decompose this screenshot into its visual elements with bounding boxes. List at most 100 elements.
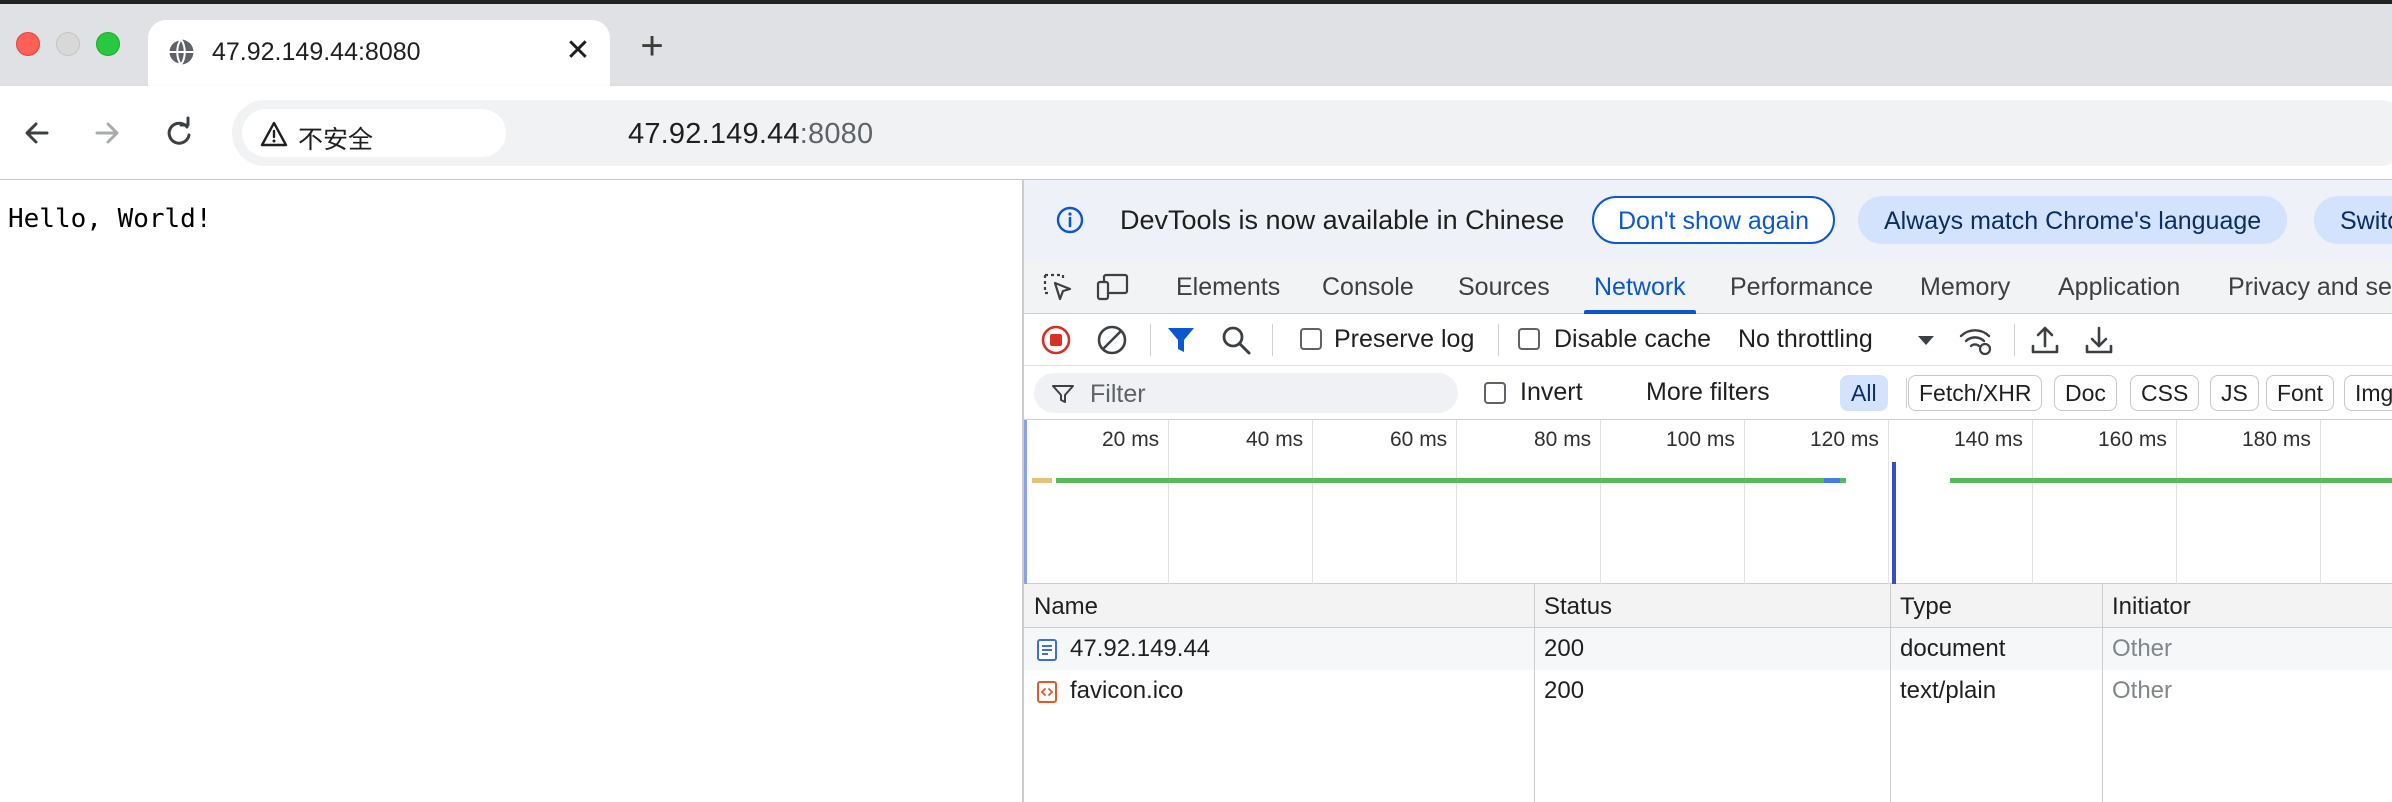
window-minimize-button[interactable] — [56, 32, 80, 56]
tab-privacy[interactable]: Privacy and se — [2228, 260, 2392, 314]
infobar-message: DevTools is now available in Chinese — [1120, 205, 1565, 235]
back-arrow-icon[interactable] — [14, 110, 60, 156]
filter-bar: Filter Invert More filters All Fetch/XHR… — [1024, 366, 2392, 420]
tick-label: 60 ms — [1390, 428, 1448, 451]
warning-icon — [260, 121, 288, 147]
overview-bar-waiting — [1950, 478, 2392, 483]
table-row[interactable]: 47.92.149.44 200 document Other — [1024, 628, 2392, 670]
url-port: :8080 — [799, 118, 874, 150]
column-divider[interactable] — [1534, 584, 1535, 802]
forward-arrow-icon[interactable] — [84, 110, 130, 156]
request-type: document — [1900, 635, 2006, 662]
preserve-log-label: Preserve log — [1334, 325, 1475, 353]
dont-show-again-button[interactable]: Don't show again — [1592, 196, 1836, 244]
tab-performance[interactable]: Performance — [1730, 260, 1873, 314]
column-header-name[interactable]: Name — [1034, 593, 1098, 621]
grid-line — [1312, 420, 1313, 584]
info-icon — [1056, 206, 1084, 234]
column-header-status[interactable]: Status — [1544, 593, 1612, 621]
network-toolbar: Preserve log Disable cache No throttling — [1024, 314, 2392, 366]
url-text[interactable]: 47.92.149.44:8080 — [628, 118, 873, 151]
toolbar-divider — [1150, 324, 1151, 356]
filter-input[interactable]: Filter — [1034, 373, 1458, 413]
tab-elements[interactable]: Elements — [1176, 260, 1280, 314]
url-host: 47.92.149.44 — [628, 118, 800, 150]
language-infobar: DevTools is now available in Chinese Don… — [1024, 180, 2392, 260]
chip-img[interactable]: Img — [2344, 375, 2392, 411]
preserve-log-checkbox[interactable] — [1300, 328, 1322, 350]
grid-line — [2032, 420, 2033, 584]
tick-label: 160 ms — [2098, 428, 2167, 451]
more-filters-dropdown[interactable]: More filters — [1646, 378, 1770, 407]
column-header-type[interactable]: Type — [1900, 593, 1952, 621]
invert-label: Invert — [1520, 378, 1583, 406]
request-status: 200 — [1544, 635, 1585, 662]
omnibox[interactable]: 不安全 47.92.149.44:8080 — [232, 100, 2392, 166]
chip-fetch-xhr[interactable]: Fetch/XHR — [1908, 375, 2043, 411]
search-icon[interactable] — [1220, 324, 1252, 356]
chip-font[interactable]: Font — [2266, 375, 2335, 411]
filter-placeholder: Filter — [1090, 380, 1146, 408]
switch-language-button[interactable]: Switc — [2314, 196, 2392, 244]
tab-sources[interactable]: Sources — [1458, 260, 1550, 314]
chip-all[interactable]: All — [1840, 375, 1888, 411]
chip-css[interactable]: CSS — [2130, 375, 2200, 411]
throttling-select[interactable]: No throttling — [1738, 325, 1873, 354]
requests-table: Name Status Type Initiator 47.92.149.44 … — [1024, 584, 2392, 802]
chevron-down-icon — [1918, 336, 1934, 345]
grid-line — [2320, 420, 2321, 584]
clear-icon[interactable] — [1096, 324, 1128, 356]
chip-divider — [1906, 378, 1907, 408]
import-har-icon[interactable] — [2030, 324, 2060, 356]
script-file-icon — [1037, 681, 1057, 703]
tab-application[interactable]: Application — [2058, 260, 2180, 314]
window-close-button[interactable] — [16, 32, 40, 56]
browser-tab[interactable]: 47.92.149.44:8080 ✕ — [148, 20, 610, 90]
overview-bar-queue — [1032, 478, 1052, 483]
devtools-panel: DevTools is now available in Chinese Don… — [1022, 180, 2392, 802]
document-icon — [1037, 639, 1057, 661]
tick-label: 180 ms — [2242, 428, 2311, 451]
security-chip[interactable]: 不安全 — [242, 109, 506, 157]
stop-recording-icon[interactable] — [1040, 324, 1072, 356]
window-maximize-button[interactable] — [96, 32, 120, 56]
page-viewport: Hello, World! — [0, 180, 1022, 802]
chip-doc[interactable]: Doc — [2054, 375, 2117, 411]
filter-icon — [1052, 385, 1074, 403]
filter-funnel-icon[interactable] — [1166, 324, 1196, 356]
tab-console[interactable]: Console — [1322, 260, 1414, 314]
table-header: Name Status Type Initiator — [1024, 584, 2392, 628]
table-row[interactable]: favicon.ico 200 text/plain Other — [1024, 670, 2392, 712]
request-initiator: Other — [2112, 677, 2173, 704]
network-overview[interactable]: 20 ms 40 ms 60 ms 80 ms 100 ms 120 ms 14… — [1024, 420, 2392, 584]
request-name: 47.92.149.44 — [1070, 635, 1211, 662]
overview-bar-waiting — [1056, 478, 1846, 483]
tick-label: 20 ms — [1102, 428, 1160, 451]
overview-left-handle[interactable] — [1024, 420, 1027, 584]
tab-network[interactable]: Network — [1584, 260, 1696, 314]
column-header-initiator[interactable]: Initiator — [2112, 593, 2191, 621]
tab-memory[interactable]: Memory — [1920, 260, 2010, 314]
tab-strip: 47.92.149.44:8080 ✕ + — [0, 0, 2392, 90]
network-conditions-icon[interactable] — [1958, 324, 1994, 356]
device-toolbar-icon[interactable] — [1096, 272, 1130, 302]
chip-js[interactable]: JS — [2210, 375, 2259, 411]
tick-label: 140 ms — [1954, 428, 2023, 451]
reload-icon[interactable] — [156, 110, 202, 156]
inspect-element-icon[interactable] — [1042, 272, 1074, 302]
tick-label: 120 ms — [1810, 428, 1879, 451]
load-event-marker — [1892, 462, 1896, 584]
new-tab-button[interactable]: + — [632, 26, 672, 68]
column-divider[interactable] — [2102, 584, 2103, 802]
tab-close-icon[interactable]: ✕ — [560, 33, 596, 69]
grid-line — [1744, 420, 1745, 584]
security-label: 不安全 — [298, 126, 374, 154]
disable-cache-checkbox[interactable] — [1518, 328, 1540, 350]
disable-cache-label: Disable cache — [1554, 325, 1712, 353]
export-har-icon[interactable] — [2084, 324, 2114, 356]
toolbar-divider — [1498, 324, 1499, 356]
toolbar-divider — [1272, 324, 1273, 356]
column-divider[interactable] — [1890, 584, 1891, 802]
always-match-language-button[interactable]: Always match Chrome's language — [1858, 196, 2288, 244]
invert-checkbox[interactable] — [1484, 382, 1506, 404]
